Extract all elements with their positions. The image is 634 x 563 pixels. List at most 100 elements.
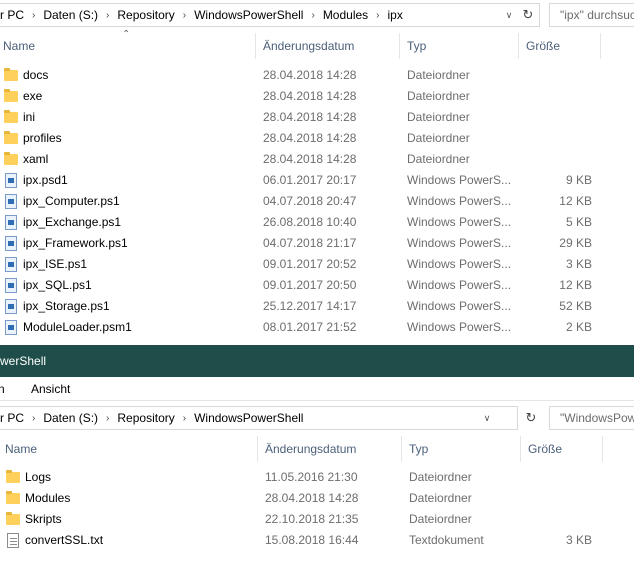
file-row[interactable]: ipx_Storage.ps1 25.12.2017 14:17 Windows P… xyxy=(0,296,634,317)
file-row[interactable]: Skripts 22.10.2018 21:35 Dateiordner xyxy=(2,509,634,530)
breadcrumb-separator-icon[interactable]: › xyxy=(183,10,186,21)
tab-ansicht[interactable]: Ansicht xyxy=(31,382,70,396)
column-header-name[interactable]: Name xyxy=(5,442,37,456)
breadcrumb-separator-icon[interactable]: › xyxy=(106,413,109,424)
breadcrumb-item[interactable]: Repository xyxy=(117,8,174,22)
column-header-date[interactable]: Änderungsdatum xyxy=(263,39,354,53)
address-bar-row: r PC › Daten (S:) › Repository › WindowsPowerS… xyxy=(0,403,634,431)
sort-ascending-icon: ⌃ xyxy=(122,29,131,40)
powershell-script-icon xyxy=(5,299,17,314)
file-name: ipx_Computer.ps1 xyxy=(23,194,120,208)
file-row[interactable]: ipx_SQL.ps1 09.01.2017 20:50 Windows Power… xyxy=(0,275,634,296)
breadcrumb-separator-icon[interactable]: › xyxy=(183,413,186,424)
file-name: ipx_Storage.ps1 xyxy=(23,299,110,313)
breadcrumb-separator-icon[interactable]: › xyxy=(376,10,379,21)
file-size: 29 KB xyxy=(559,236,592,250)
file-date: 28.04.2018 14:28 xyxy=(263,131,357,145)
column-divider[interactable] xyxy=(600,33,601,59)
column-header-size[interactable]: Größe xyxy=(528,442,562,456)
file-date: 28.04.2018 14:28 xyxy=(263,89,357,103)
file-type: Dateiordner xyxy=(409,470,472,484)
column-divider[interactable] xyxy=(257,436,258,462)
breadcrumb-item[interactable]: r PC xyxy=(0,8,24,22)
address-bar[interactable]: r PC › Daten (S:) › Repository › WindowsPowerS… xyxy=(0,406,536,430)
file-row[interactable]: Logs 11.05.2016 21:30 Dateiordner xyxy=(2,467,634,488)
file-type: Dateiordner xyxy=(407,152,470,166)
folder-icon xyxy=(6,491,20,504)
column-header-type[interactable]: Typ xyxy=(409,442,428,456)
breadcrumb-separator-icon[interactable]: › xyxy=(311,10,314,21)
column-divider[interactable] xyxy=(602,436,603,462)
file-date: 28.04.2018 14:28 xyxy=(265,491,359,505)
title-bar[interactable]: werShell xyxy=(0,345,634,377)
file-date: 04.07.2018 21:17 xyxy=(263,236,357,250)
file-row[interactable]: convertSSL.txt 15.08.2018 16:44 Textdokume… xyxy=(2,530,634,551)
column-divider[interactable] xyxy=(518,33,519,59)
file-row[interactable]: ipx_Framework.ps1 04.07.2018 21:17 Windows… xyxy=(0,233,634,254)
file-date: 28.04.2018 14:28 xyxy=(263,68,357,82)
powershell-script-icon xyxy=(5,257,17,272)
file-list: Logs 11.05.2016 21:30 Dateiordner Modules 28… xyxy=(2,467,634,551)
file-row[interactable]: ipx_ISE.ps1 09.01.2017 20:52 Windows Power… xyxy=(0,254,634,275)
file-name: ini xyxy=(23,110,36,124)
file-size: 12 KB xyxy=(559,278,592,292)
column-divider[interactable] xyxy=(401,436,402,462)
file-type: Windows PowerS... xyxy=(407,236,510,250)
breadcrumb-item[interactable]: ipx xyxy=(388,8,403,22)
file-row[interactable]: Modules 28.04.2018 14:28 Dateiordner xyxy=(2,488,634,509)
window-title: werShell xyxy=(0,354,47,368)
refresh-icon[interactable]: ↻ xyxy=(520,7,536,23)
file-size: 3 KB xyxy=(565,533,592,547)
breadcrumb-separator-icon[interactable]: › xyxy=(106,10,109,21)
file-row[interactable]: exe 28.04.2018 14:28 Dateiordner xyxy=(0,86,634,107)
file-size: 5 KB xyxy=(565,215,592,229)
breadcrumb-item[interactable]: Repository xyxy=(117,411,174,425)
file-row[interactable]: ipx_Computer.ps1 04.07.2018 20:47 Windows … xyxy=(0,191,634,212)
folder-icon xyxy=(4,131,18,144)
explorer-window-ipx: r PC › Daten (S:) › Repository › WindowsPowerS… xyxy=(0,0,634,345)
breadcrumb-separator-icon[interactable]: › xyxy=(32,10,35,21)
file-row[interactable]: docs 28.04.2018 14:28 Dateiordner xyxy=(0,65,634,86)
file-row[interactable]: ipx_Exchange.ps1 26.08.2018 10:40 Windows … xyxy=(0,212,634,233)
breadcrumb-item[interactable]: Daten (S:) xyxy=(43,8,98,22)
column-header-row: Name Änderungsdatum Typ Größe xyxy=(0,436,634,462)
file-row[interactable]: profiles 28.04.2018 14:28 Dateiordner xyxy=(0,128,634,149)
breadcrumb-item[interactable]: Daten (S:) xyxy=(43,411,98,425)
column-divider[interactable] xyxy=(399,33,400,59)
refresh-icon[interactable]: ↻ xyxy=(523,410,539,426)
search-input[interactable]: "ipx" durchsuchen xyxy=(549,3,634,27)
file-size: 2 KB xyxy=(565,320,592,334)
file-row[interactable]: ipx.psd1 06.01.2017 20:17 Windows PowerS..… xyxy=(0,170,634,191)
address-dropdown-icon[interactable]: ∨ xyxy=(479,410,495,426)
column-header-type[interactable]: Typ xyxy=(407,39,426,53)
breadcrumb-item[interactable]: Modules xyxy=(323,8,368,22)
file-name: ipx_ISE.ps1 xyxy=(23,257,88,271)
file-row[interactable]: xaml 28.04.2018 14:28 Dateiordner xyxy=(0,149,634,170)
file-type: Windows PowerS... xyxy=(407,194,510,208)
column-header-size[interactable]: Größe xyxy=(526,39,560,53)
breadcrumb-item[interactable]: WindowsPowerShell xyxy=(194,8,303,22)
column-header-name[interactable]: Name xyxy=(3,39,35,53)
folder-icon xyxy=(4,110,18,123)
search-input[interactable]: "WindowsPow xyxy=(549,406,634,430)
file-row[interactable]: ModuleLoader.psm1 08.01.2017 21:52 Windows… xyxy=(0,317,634,338)
file-name: xaml xyxy=(23,152,49,166)
file-row[interactable]: ini 28.04.2018 14:28 Dateiordner xyxy=(0,107,634,128)
powershell-script-icon xyxy=(5,215,17,230)
breadcrumb-item[interactable]: WindowsPowerShell xyxy=(194,411,303,425)
tab-partial[interactable]: n xyxy=(0,382,5,396)
file-name: ModuleLoader.psm1 xyxy=(23,320,132,334)
column-divider[interactable] xyxy=(520,436,521,462)
address-dropdown-icon[interactable]: ∨ xyxy=(501,7,517,23)
address-bar[interactable]: r PC › Daten (S:) › Repository › WindowsPowerS… xyxy=(0,3,540,27)
file-date: 09.01.2017 20:52 xyxy=(263,257,357,271)
column-header-date[interactable]: Änderungsdatum xyxy=(265,442,356,456)
file-date: 15.08.2018 16:44 xyxy=(265,533,359,547)
breadcrumb-separator-icon[interactable]: › xyxy=(32,413,35,424)
file-type: Textdokument xyxy=(409,533,484,547)
file-name: ipx_Framework.ps1 xyxy=(23,236,128,250)
column-divider[interactable] xyxy=(255,33,256,59)
powershell-module-icon xyxy=(5,320,17,335)
breadcrumb: r PC › Daten (S:) › Repository › WindowsPowerS… xyxy=(0,8,403,22)
breadcrumb-item[interactable]: r PC xyxy=(0,411,24,425)
